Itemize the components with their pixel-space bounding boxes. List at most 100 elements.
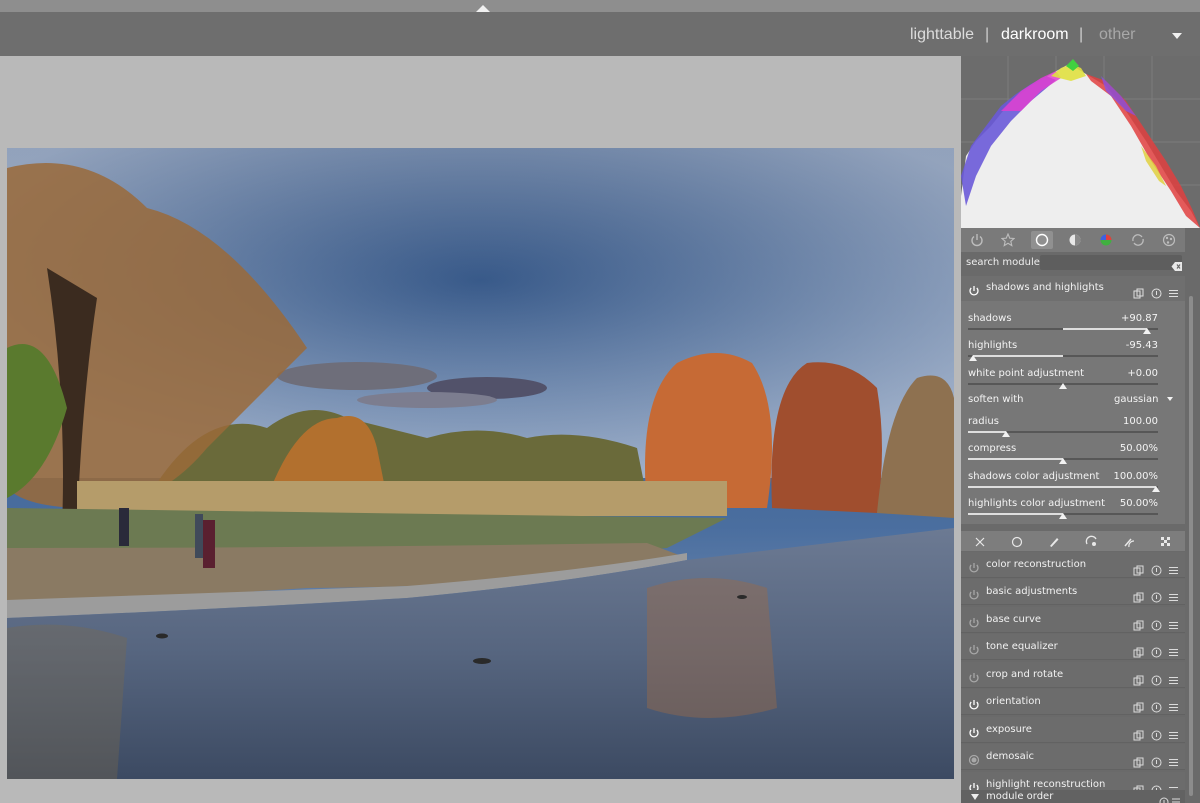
slider-highlights-color-adjustment[interactable]: highlights color adjustment 50.00% — [968, 498, 1158, 524]
effect-icon[interactable] — [1160, 231, 1178, 249]
reset-icon[interactable] — [1151, 671, 1162, 685]
reset-icon[interactable] — [1151, 781, 1162, 790]
reset-icon[interactable] — [1151, 616, 1162, 630]
view-lighttable[interactable]: lighttable — [910, 26, 974, 44]
reset-icon[interactable] — [1151, 284, 1162, 298]
power-icon[interactable] — [968, 669, 980, 683]
presets-icon[interactable] — [1168, 753, 1179, 766]
chevron-down-icon[interactable] — [971, 794, 979, 800]
power-icon[interactable] — [968, 641, 980, 655]
presets-icon[interactable] — [1168, 698, 1179, 711]
histogram[interactable] — [961, 56, 1200, 228]
drawn-mask-icon[interactable] — [1047, 534, 1061, 548]
clear-icon[interactable] — [1171, 257, 1183, 271]
view-switcher-bar: lighttable | darkroom | other — [0, 12, 1200, 56]
module-exposure[interactable]: exposure — [961, 717, 1185, 743]
reset-icon[interactable] — [1151, 753, 1162, 767]
module-crop-and-rotate[interactable]: crop and rotate — [961, 662, 1185, 688]
presets-icon[interactable] — [1171, 792, 1181, 803]
slider-compress[interactable]: compress 50.00% — [968, 443, 1158, 469]
module-basic-adjustments[interactable]: basic adjustments — [961, 579, 1185, 605]
presets-icon[interactable] — [1168, 781, 1179, 790]
module-header[interactable]: shadows and highlights — [961, 276, 1185, 301]
drawn-parametric-mask-icon[interactable] — [1122, 534, 1136, 548]
reset-icon[interactable] — [1151, 561, 1162, 575]
module-buttons — [1133, 642, 1179, 657]
presets-icon[interactable] — [1168, 671, 1179, 684]
module-orientation[interactable]: orientation — [961, 689, 1185, 715]
slider-white-point-adjustment[interactable]: white point adjustment +0.00 — [968, 368, 1158, 394]
module-tone-equalizer[interactable]: tone equalizer — [961, 634, 1185, 660]
module-title: highlight reconstruction — [986, 779, 1106, 790]
slider-thumb[interactable] — [1002, 431, 1010, 437]
presets-icon[interactable] — [1168, 726, 1179, 739]
slider-thumb[interactable] — [1152, 486, 1160, 492]
color-icon[interactable] — [1097, 231, 1115, 249]
power-icon[interactable] — [968, 696, 980, 710]
image-preview[interactable] — [7, 148, 954, 779]
slider-value: +0.00 — [1127, 368, 1158, 379]
presets-icon[interactable] — [1168, 616, 1179, 629]
chevron-down-icon[interactable] — [1172, 33, 1182, 39]
slider-thumb[interactable] — [969, 355, 977, 361]
parametric-mask-icon[interactable] — [1085, 534, 1099, 548]
slider-thumb[interactable] — [1059, 458, 1067, 464]
slider-highlights[interactable]: highlights -95.43 — [968, 340, 1158, 366]
module-title: shadows and highlights — [986, 282, 1104, 293]
multi-instance-icon[interactable] — [1133, 284, 1144, 298]
scrollbar[interactable] — [1185, 276, 1200, 803]
multi-instance-icon[interactable] — [1133, 781, 1144, 790]
slider-track — [968, 486, 1158, 488]
presets-icon[interactable] — [1168, 588, 1179, 601]
slider-thumb[interactable] — [1143, 328, 1151, 334]
multi-instance-icon[interactable] — [1133, 671, 1144, 685]
active-modules-icon[interactable] — [968, 231, 986, 249]
soften-with-combobox[interactable]: soften with gaussian — [968, 394, 1173, 410]
module-base-curve[interactable]: base curve — [961, 607, 1185, 633]
multi-instance-icon[interactable] — [1133, 588, 1144, 602]
base-icon[interactable] — [1030, 231, 1053, 249]
slider-thumb[interactable] — [1059, 513, 1067, 519]
reset-icon[interactable] — [1151, 643, 1162, 657]
module-highlight-reconstruction[interactable]: highlight reconstruction — [961, 772, 1185, 791]
slider-shadows-color-adjustment[interactable]: shadows color adjustment 100.00% — [968, 471, 1160, 497]
scrollbar-thumb[interactable] — [1189, 296, 1193, 796]
multi-instance-icon[interactable] — [1133, 616, 1144, 630]
multi-instance-icon[interactable] — [1133, 698, 1144, 712]
view-darkroom[interactable]: darkroom — [1001, 26, 1069, 44]
module-groups — [961, 228, 1185, 252]
reset-icon[interactable] — [1151, 588, 1162, 602]
view-other[interactable]: other — [1099, 26, 1135, 44]
multi-instance-icon[interactable] — [1133, 726, 1144, 740]
multi-instance-icon[interactable] — [1133, 561, 1144, 575]
reset-icon[interactable] — [1151, 698, 1162, 712]
correct-icon[interactable] — [1129, 231, 1147, 249]
favourites-icon[interactable] — [999, 231, 1017, 249]
off-icon[interactable] — [973, 534, 987, 548]
module-title: orientation — [986, 696, 1041, 707]
reset-icon[interactable] — [1159, 792, 1169, 803]
raster-mask-icon[interactable] — [1159, 534, 1173, 548]
search-input[interactable] — [1040, 255, 1182, 270]
presets-icon[interactable] — [1168, 284, 1179, 297]
tone-icon[interactable] — [1066, 231, 1084, 249]
module-demosaic[interactable]: demosaic — [961, 744, 1185, 770]
uniformly-icon[interactable] — [1010, 534, 1024, 548]
power-icon[interactable] — [968, 282, 980, 296]
module-order-bar[interactable]: module order — [961, 791, 1185, 803]
power-icon[interactable] — [968, 779, 980, 790]
multi-instance-icon[interactable] — [1133, 753, 1144, 767]
power-icon[interactable] — [968, 559, 980, 573]
slider-shadows[interactable]: shadows +90.87 — [968, 313, 1158, 339]
slider-thumb[interactable] — [1059, 383, 1067, 389]
power-icon[interactable] — [968, 614, 980, 628]
power-icon[interactable] — [968, 586, 980, 600]
module-order-label: module order — [986, 791, 1054, 802]
module-color-reconstruction[interactable]: color reconstruction — [961, 552, 1185, 578]
reset-icon[interactable] — [1151, 726, 1162, 740]
slider-radius[interactable]: radius 100.00 — [968, 416, 1158, 442]
presets-icon[interactable] — [1168, 643, 1179, 656]
multi-instance-icon[interactable] — [1133, 643, 1144, 657]
power-icon[interactable] — [968, 724, 980, 738]
presets-icon[interactable] — [1168, 561, 1179, 574]
